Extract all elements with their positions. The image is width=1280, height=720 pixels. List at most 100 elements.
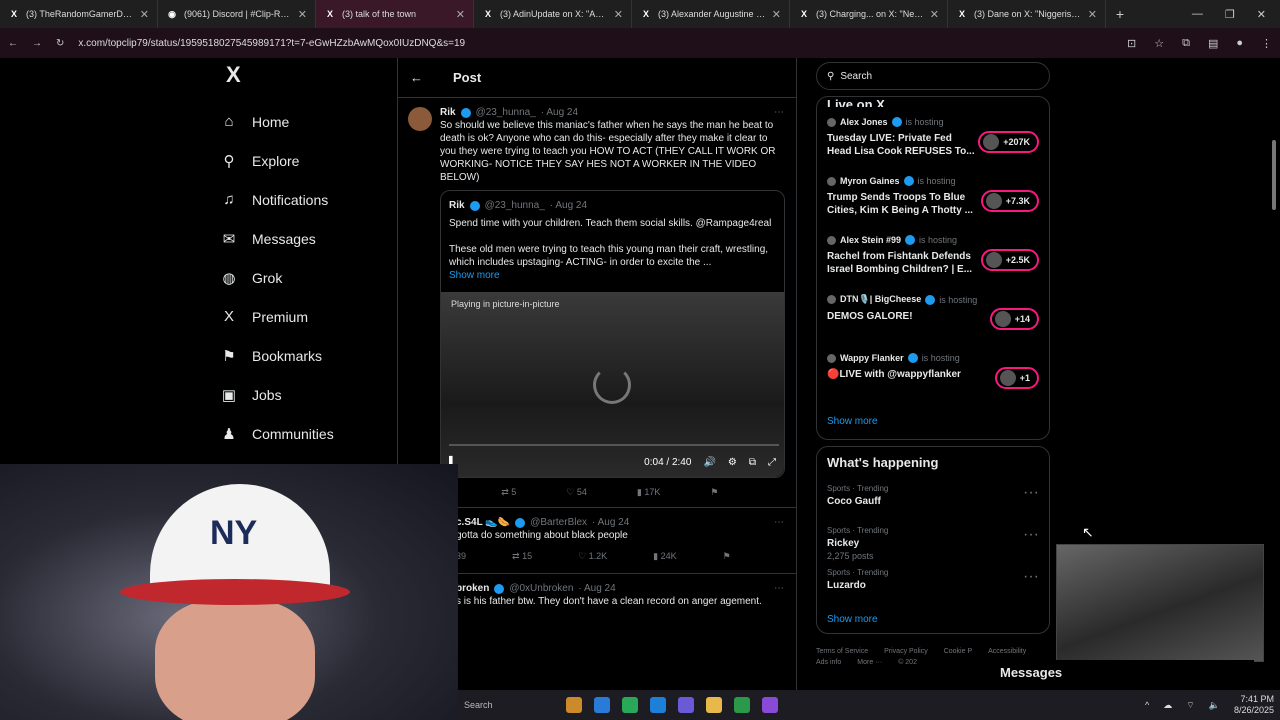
trends-show-more-link[interactable]: Show more [827,610,1039,633]
close-icon[interactable]: ✕ [456,8,465,21]
host-avatar[interactable] [827,117,836,127]
listener-count-badge[interactable]: +7.3K [980,190,1039,212]
reply-date[interactable]: · Aug 24 [578,582,615,595]
avatar[interactable] [408,107,432,131]
install-icon[interactable]: ⊡ [1127,37,1136,50]
browser-tab[interactable]: ◉ (9061) Discord | #Clip-Reaction ✕ [158,0,316,28]
trend-item[interactable]: Sports · Trending Rickey 2,275 posts ··· [827,526,1039,568]
close-icon[interactable]: ✕ [1088,8,1097,21]
live-item[interactable]: DTN🎙️| BigCheese is hosting DEMOS GALORE! +… [827,294,1039,353]
reply-author-handle[interactable]: @BarterBlex [530,516,587,529]
listener-count-badge[interactable]: +14 [989,308,1039,330]
footer-link[interactable]: © 202 [898,659,917,666]
chevron-up-icon[interactable]: ^ [1145,700,1149,710]
star-icon[interactable]: ☆ [1154,37,1164,50]
like-button[interactable]: ♡ 1.2K [578,550,607,563]
video-progress-bar[interactable] [449,444,779,446]
repost-button[interactable]: ⇄ 5 [501,486,516,499]
back-arrow-icon[interactable]: ← [410,70,423,85]
scrollbar[interactable] [1270,60,1278,210]
pip-video-window[interactable] [1056,544,1264,662]
listener-count-badge[interactable]: +207K [978,131,1039,153]
reply-date[interactable]: · Aug 24 [592,516,629,529]
live-item[interactable]: Myron Gaines is hosting Trump Sends Troops… [827,176,1039,235]
host-name[interactable]: Myron Gaines [840,176,900,186]
close-window-icon[interactable]: ✕ [1257,8,1266,21]
listener-count-badge[interactable]: +2.5K [980,249,1039,271]
repost-button[interactable]: ⇄ 15 [512,550,532,563]
taskbar-app-icon[interactable] [762,697,778,713]
taskbar-app-icon[interactable] [678,697,694,713]
reply-author-handle[interactable]: @0xUnbroken [509,582,573,595]
footer-link[interactable]: Ads info [816,659,841,666]
nav-item-grok[interactable]: ◍ Grok [220,258,390,297]
nav-item-premium[interactable]: X Premium [220,297,390,336]
nav-item-jobs[interactable]: ▣ Jobs [220,375,390,414]
video-player[interactable]: Playing in picture-in-picture ▌ 0:04 / 2… [441,292,784,477]
host-avatar[interactable] [827,353,836,363]
close-icon[interactable]: ✕ [930,8,939,21]
close-icon[interactable]: ✕ [772,8,781,21]
more-icon[interactable]: ··· [1023,526,1039,544]
minimize-icon[interactable]: — [1192,8,1203,21]
x-logo-icon[interactable]: X [226,62,390,88]
footer-link[interactable]: More ··· [857,659,882,666]
wifi-icon[interactable]: ⌔ [1186,700,1194,711]
host-name[interactable]: Alex Jones [840,117,888,127]
taskbar-search[interactable]: Search [464,700,554,710]
sidebar-icon[interactable]: ▤ [1208,37,1218,50]
taskbar-app-icon[interactable] [594,697,610,713]
live-item[interactable]: Alex Stein #99 is hosting Rachel from Fish… [827,235,1039,294]
restore-icon[interactable]: ❐ [1225,8,1235,21]
footer-link[interactable]: Cookie P [944,648,972,655]
quote-author-name[interactable]: Rik [449,199,465,212]
reply-author-name[interactable]: broken [456,582,489,595]
quoted-post[interactable]: Rik @23_hunna_ · Aug 24 Spend time with … [440,190,785,478]
pip-icon[interactable]: ⧉ [749,456,756,469]
views-button[interactable]: ▮ 24K [653,550,676,563]
main-post[interactable]: Rik @23_hunna_ · Aug 24 ⋯ So should we b… [398,98,796,507]
footer-link[interactable]: Privacy Policy [884,648,928,655]
show-more-link[interactable]: Show more [449,269,776,282]
fullscreen-icon[interactable]: ⤢ [768,456,776,469]
host-name[interactable]: DTN🎙️| BigCheese [840,294,921,305]
bookmark-icon[interactable]: ⚑ [710,486,718,499]
like-button[interactable]: ♡ 54 [566,486,587,499]
live-item[interactable]: Wappy Flanker is hosting 🔴LIVE with @wappy… [827,353,1039,412]
browser-tab[interactable]: X (3) AdinUpdate on X: "Adin Ro ✕ [474,0,632,28]
settings-icon[interactable]: ⚙ [728,456,737,469]
live-item[interactable]: Alex Jones is hosting Tuesday LIVE: Privat… [827,117,1039,176]
browser-tab[interactable]: X (3) Charging... on X: "Netanyah ✕ [790,0,948,28]
more-icon[interactable]: ··· [1023,568,1039,586]
edge-icon[interactable] [650,697,666,713]
footer-link[interactable]: Accessibility [988,648,1026,655]
more-icon[interactable]: ⋯ [774,582,784,595]
nav-item-explore[interactable]: ⚲ Explore [220,141,390,180]
host-name[interactable]: Alex Stein #99 [840,235,901,245]
chrome-icon[interactable] [622,697,638,713]
browser-tab[interactable]: X (3) talk of the town ✕ [316,0,474,28]
live-title[interactable]: 🔴LIVE with @wappyflanker [827,368,977,381]
volume-icon[interactable]: 🔊 [703,456,715,469]
nav-item-bookmarks[interactable]: ⚑ Bookmarks [220,336,390,375]
close-icon[interactable]: ✕ [614,8,623,21]
live-title[interactable]: Trump Sends Troops To Blue Cities, Kim K… [827,191,977,217]
browser-tab[interactable]: X (3) Alexander Augustine on X: " ✕ [632,0,790,28]
quote-author-handle[interactable]: @23_hunna_ [485,199,545,212]
extensions-icon[interactable]: ⧉ [1182,37,1190,50]
live-title[interactable]: Rachel from Fishtank Defends Israel Bomb… [827,250,977,276]
trend-item[interactable]: Sports · Trending Luzardo ··· [827,568,1039,610]
menu-icon[interactable]: ⋮ [1261,37,1272,50]
more-icon[interactable]: ⋯ [774,106,784,119]
author-name[interactable]: Rik [440,106,456,119]
search-input[interactable]: ⚲ Search [816,62,1050,90]
host-avatar[interactable] [827,295,836,304]
footer-link[interactable]: Terms of Service [816,648,868,655]
reload-icon[interactable]: ↻ [56,38,64,49]
host-avatar[interactable] [827,176,836,186]
quote-date[interactable]: · Aug 24 [550,199,587,212]
back-icon[interactable]: ← [8,38,18,49]
host-name[interactable]: Wappy Flanker [840,353,904,363]
profile-icon[interactable]: ● [1236,37,1243,50]
folder-icon[interactable] [706,697,722,713]
